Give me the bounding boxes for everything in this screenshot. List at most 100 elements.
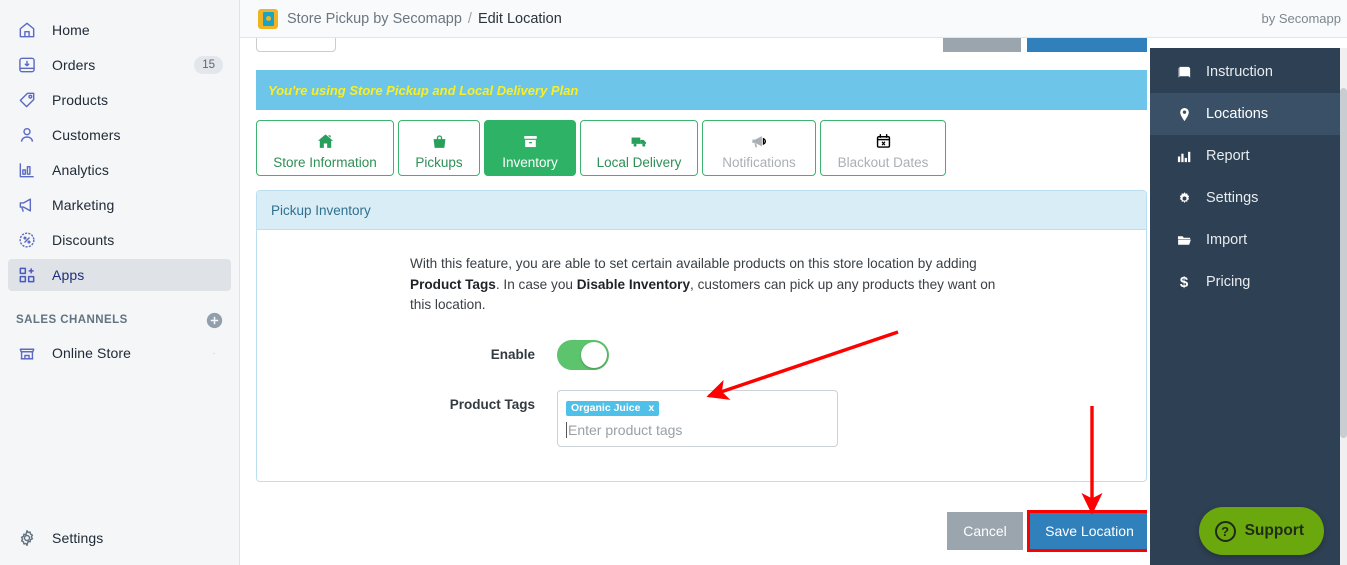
sidebar-item-label: Orders — [52, 57, 96, 73]
app-nav-label: Import — [1206, 232, 1248, 248]
discounts-icon — [16, 229, 38, 251]
save-button-highlight: Save Location — [1027, 510, 1147, 552]
inventory-description: With this feature, you are able to set c… — [410, 254, 1010, 316]
text-caret — [566, 422, 567, 439]
app-nav-label: Locations — [1206, 106, 1269, 122]
dollar-icon: $ — [1179, 273, 1189, 291]
partially-visible-input[interactable] — [256, 38, 336, 52]
tag-chip[interactable]: Organic Juice x — [566, 400, 660, 416]
customers-icon — [16, 124, 38, 146]
tab-blackout-dates[interactable]: Blackout Dates — [820, 120, 946, 176]
page-scrollbar-thumb[interactable] — [1340, 88, 1347, 438]
partially-visible-cancel-button[interactable] — [943, 38, 1021, 52]
tab-local-delivery[interactable]: Local Delivery — [580, 120, 698, 176]
app-nav-item-locations[interactable]: Locations — [1150, 93, 1340, 135]
scrolled-off-button-row — [240, 38, 1147, 54]
panel-body: With this feature, you are able to set c… — [257, 230, 1146, 447]
app-nav-label: Instruction — [1206, 64, 1273, 80]
app-nav-item-settings[interactable]: Settings — [1150, 177, 1340, 219]
support-button[interactable]: ? Support — [1198, 507, 1324, 555]
sidebar-settings-row: Settings — [0, 522, 239, 557]
app-nav-item-pricing[interactable]: $ Pricing — [1150, 261, 1340, 303]
calendar-x-icon — [874, 129, 893, 151]
product-tags-input-box[interactable]: Organic Juice x Enter product tags — [557, 389, 838, 447]
apps-grid-icon — [16, 264, 38, 286]
product-tags-label: Product Tags — [449, 396, 535, 412]
breadcrumb-app-name[interactable]: Store Pickup by Secomapp — [287, 11, 462, 27]
house-icon — [316, 129, 335, 151]
tab-pickups[interactable]: Pickups — [398, 120, 480, 176]
eye-icon[interactable] — [205, 344, 223, 362]
store-pickup-app-icon — [258, 8, 278, 29]
sidebar-item-label: Analytics — [52, 162, 109, 178]
sidebar-item-label: Marketing — [52, 197, 115, 213]
app-root: Home Orders 15 Products Customers Analyt… — [0, 0, 1347, 565]
tab-label: Inventory — [502, 154, 558, 170]
plan-banner-text: You're using Store Pickup and Local Deli… — [268, 82, 579, 98]
sidebar-item-apps[interactable]: Apps — [8, 259, 231, 291]
map-pin-icon — [1174, 107, 1194, 122]
bar-chart-icon — [1174, 149, 1194, 164]
plan-banner: You're using Store Pickup and Local Deli… — [256, 70, 1147, 110]
tag-remove-icon[interactable]: x — [648, 402, 654, 414]
sidebar-item-label: Online Store — [52, 345, 132, 361]
enable-toggle[interactable] — [557, 339, 609, 370]
form-footer: Cancel Save Location — [240, 494, 1147, 554]
support-label: Support — [1244, 522, 1304, 539]
folder-open-icon — [1174, 233, 1194, 248]
toggle-knob — [581, 341, 607, 368]
main-content: You're using Store Pickup and Local Deli… — [240, 38, 1147, 565]
app-nav-label: Settings — [1206, 190, 1259, 206]
app-nav-item-instruction[interactable]: Instruction — [1150, 51, 1340, 93]
tag-text-input[interactable]: Enter product tags — [566, 421, 829, 440]
desc-bold-disable-inventory: Disable Inventory — [576, 276, 691, 292]
sidebar-item-products[interactable]: Products — [8, 84, 231, 116]
panel-header: Pickup Inventory — [257, 191, 1146, 230]
shopify-sidebar: Home Orders 15 Products Customers Analyt… — [0, 0, 240, 565]
sidebar-item-label: Home — [52, 22, 90, 38]
sidebar-item-marketing[interactable]: Marketing — [8, 189, 231, 221]
enable-row: Enable — [257, 339, 1146, 370]
product-tags-row: Product Tags Organic Juice x Enter produ… — [257, 389, 1146, 447]
desc-part-2: . In case you — [495, 276, 577, 292]
products-tag-icon — [16, 89, 38, 111]
location-tab-bar: Store Information Pickups Inventory Loca… — [256, 120, 946, 176]
tab-label: Store Information — [273, 154, 377, 170]
home-icon — [16, 19, 38, 41]
gear-icon — [16, 527, 38, 549]
page-scrollbar-track[interactable] — [1340, 48, 1347, 565]
tag-chip-label: Organic Juice — [571, 401, 641, 414]
sidebar-item-home[interactable]: Home — [8, 14, 231, 46]
partially-visible-save-button[interactable] — [1027, 38, 1147, 52]
app-nav-label: Report — [1206, 148, 1250, 164]
tab-inventory[interactable]: Inventory — [484, 120, 576, 176]
cancel-button[interactable]: Cancel — [947, 512, 1023, 550]
online-store-icon — [16, 342, 38, 364]
sales-channels-label: SALES CHANNELS — [16, 314, 128, 326]
sidebar-item-settings[interactable]: Settings — [8, 522, 231, 554]
tab-notifications[interactable]: Notifications — [702, 120, 816, 176]
tab-label: Notifications — [722, 154, 796, 170]
panel-title: Pickup Inventory — [271, 202, 371, 218]
by-secomapp-label: by Secomapp — [1261, 11, 1342, 26]
app-topbar: Store Pickup by Secomapp / Edit Location… — [240, 0, 1347, 38]
sidebar-item-label: Customers — [52, 127, 121, 143]
sidebar-item-online-store[interactable]: Online Store — [8, 337, 231, 369]
save-location-button[interactable]: Save Location — [1030, 513, 1147, 549]
analytics-icon — [16, 159, 38, 181]
sidebar-item-customers[interactable]: Customers — [8, 119, 231, 151]
sidebar-item-analytics[interactable]: Analytics — [8, 154, 231, 186]
app-nav-item-report[interactable]: Report — [1150, 135, 1340, 177]
delivery-truck-icon — [629, 129, 650, 151]
sidebar-nav-list: Home Orders 15 Products Customers Analyt… — [0, 0, 239, 369]
sidebar-item-orders[interactable]: Orders 15 — [8, 49, 231, 81]
tab-store-information[interactable]: Store Information — [256, 120, 394, 176]
app-nav-item-import[interactable]: Import — [1150, 219, 1340, 261]
app-side-nav: Instruction Locations Report Settings Im… — [1150, 48, 1340, 565]
megaphone-icon — [750, 129, 769, 151]
pickup-inventory-panel: Pickup Inventory With this feature, you … — [256, 190, 1147, 482]
sales-channels-header: SALES CHANNELS — [16, 309, 223, 331]
tab-label: Pickups — [415, 154, 463, 170]
sidebar-item-discounts[interactable]: Discounts — [8, 224, 231, 256]
plus-circle-icon[interactable] — [205, 311, 223, 329]
